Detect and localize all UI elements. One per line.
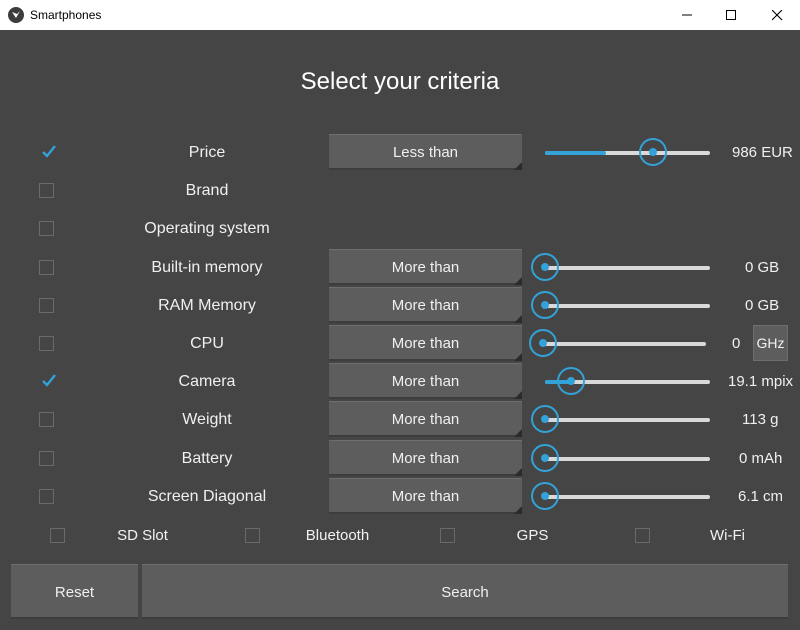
sd_slot-checkbox[interactable] [50, 528, 65, 543]
price-value: 986 EUR [732, 144, 793, 161]
criteria-row-screen_diagonal: Screen Diagonal More than 6.1 cm [0, 478, 800, 516]
gps-checkbox[interactable] [440, 528, 455, 543]
cpu-slider-handle[interactable] [529, 329, 557, 357]
os-checkbox[interactable] [39, 221, 54, 236]
wifi-label: Wi-Fi [710, 527, 745, 544]
criteria-row-cpu: CPU More than 0 GHz [0, 325, 800, 363]
ram-slider-handle[interactable] [531, 291, 559, 319]
screen_diagonal-mode-dropdown[interactable]: More than [329, 478, 522, 514]
brand-label: Brand [185, 182, 229, 199]
screen_diagonal-slider-track[interactable] [545, 495, 710, 499]
criteria-row-battery: Battery More than 0 mAh [0, 440, 800, 478]
cpu-slider-track[interactable] [543, 342, 706, 346]
camera-label: Camera [178, 373, 236, 390]
gps-label: GPS [516, 527, 549, 544]
weight-slider-track[interactable] [545, 418, 710, 422]
camera-slider-handle[interactable] [557, 367, 585, 395]
battery-slider-track[interactable] [545, 457, 710, 461]
window-title: Smartphones [30, 8, 102, 22]
camera-value: 19.1 mpix [728, 373, 794, 390]
feature-checkboxes: SD Slot Bluetooth GPS Wi-Fi [0, 518, 800, 552]
weight-label: Weight [182, 411, 232, 428]
bluetooth-label: Bluetooth [305, 527, 370, 544]
battery-mode-dropdown[interactable]: More than [329, 440, 522, 476]
criteria-row-brand: Brand [0, 172, 800, 210]
wifi-checkbox[interactable] [635, 528, 650, 543]
price-label: Price [188, 144, 226, 161]
minimize-button[interactable] [664, 0, 710, 30]
battery-checkbox[interactable] [39, 451, 54, 466]
screen_diagonal-value: 6.1 cm [738, 488, 784, 505]
kivy-app-icon [8, 7, 24, 23]
screen_diagonal-checkbox[interactable] [39, 489, 54, 504]
sd_slot-label: SD Slot [117, 527, 168, 544]
battery-value: 0 mAh [739, 450, 783, 467]
feature-sd_slot: SD Slot [0, 518, 195, 552]
cpu-unit-button[interactable]: GHz [753, 325, 788, 361]
title-bar: Smartphones [0, 0, 800, 30]
price-slider-fill [545, 151, 606, 155]
battery-label: Battery [181, 450, 233, 467]
builtin_memory-value: 0 GB [745, 259, 780, 276]
reset-button[interactable]: Reset [11, 564, 138, 619]
criteria-row-camera: Camera More than 19.1 mpix [0, 363, 800, 401]
search-button[interactable]: Search [142, 564, 788, 619]
weight-checkbox[interactable] [39, 412, 54, 427]
builtin_memory-mode-dropdown[interactable]: More than [329, 249, 522, 285]
cpu-label: CPU [190, 335, 224, 352]
cpu-mode-dropdown[interactable]: More than [329, 325, 522, 361]
page-title: Select your criteria [300, 68, 500, 95]
maximize-button[interactable] [708, 0, 754, 30]
brand-checkbox[interactable] [39, 183, 54, 198]
price-mode-dropdown[interactable]: Less than [329, 134, 522, 170]
criteria-row-weight: Weight More than 113 g [0, 401, 800, 439]
os-label: Operating system [144, 220, 270, 237]
camera-checkbox[interactable] [39, 374, 56, 389]
feature-bluetooth: Bluetooth [195, 518, 390, 552]
feature-gps: GPS [390, 518, 585, 552]
weight-mode-dropdown[interactable]: More than [329, 401, 522, 437]
ram-label: RAM Memory [158, 297, 256, 314]
bluetooth-checkbox[interactable] [245, 528, 260, 543]
cpu-value: 0 [732, 335, 741, 352]
criteria-row-ram: RAM Memory More than 0 GB [0, 287, 800, 325]
feature-wifi: Wi-Fi [585, 518, 780, 552]
ram-mode-dropdown[interactable]: More than [329, 287, 522, 323]
criteria-row-os: Operating system [0, 210, 800, 248]
builtin_memory-checkbox[interactable] [39, 260, 54, 275]
price-slider-handle[interactable] [639, 138, 667, 166]
price-checkbox[interactable] [39, 145, 56, 160]
ram-checkbox[interactable] [39, 298, 54, 313]
close-button[interactable] [754, 0, 800, 30]
ram-value: 0 GB [745, 297, 780, 314]
ram-slider-track[interactable] [545, 304, 710, 308]
weight-slider-handle[interactable] [531, 405, 559, 433]
criteria-row-builtin_memory: Built-in memory More than 0 GB [0, 249, 800, 287]
builtin_memory-label: Built-in memory [151, 259, 263, 276]
criteria-row-price: Price Less than 986 EUR [0, 134, 800, 172]
builtin_memory-slider-handle[interactable] [531, 253, 559, 281]
builtin_memory-slider-track[interactable] [545, 266, 710, 270]
weight-value: 113 g [742, 411, 779, 428]
camera-mode-dropdown[interactable]: More than [329, 363, 522, 399]
battery-slider-handle[interactable] [531, 444, 559, 472]
screen_diagonal-label: Screen Diagonal [147, 488, 267, 505]
screen_diagonal-slider-handle[interactable] [531, 482, 559, 510]
price-slider-track[interactable] [545, 151, 710, 155]
cpu-checkbox[interactable] [39, 336, 54, 351]
